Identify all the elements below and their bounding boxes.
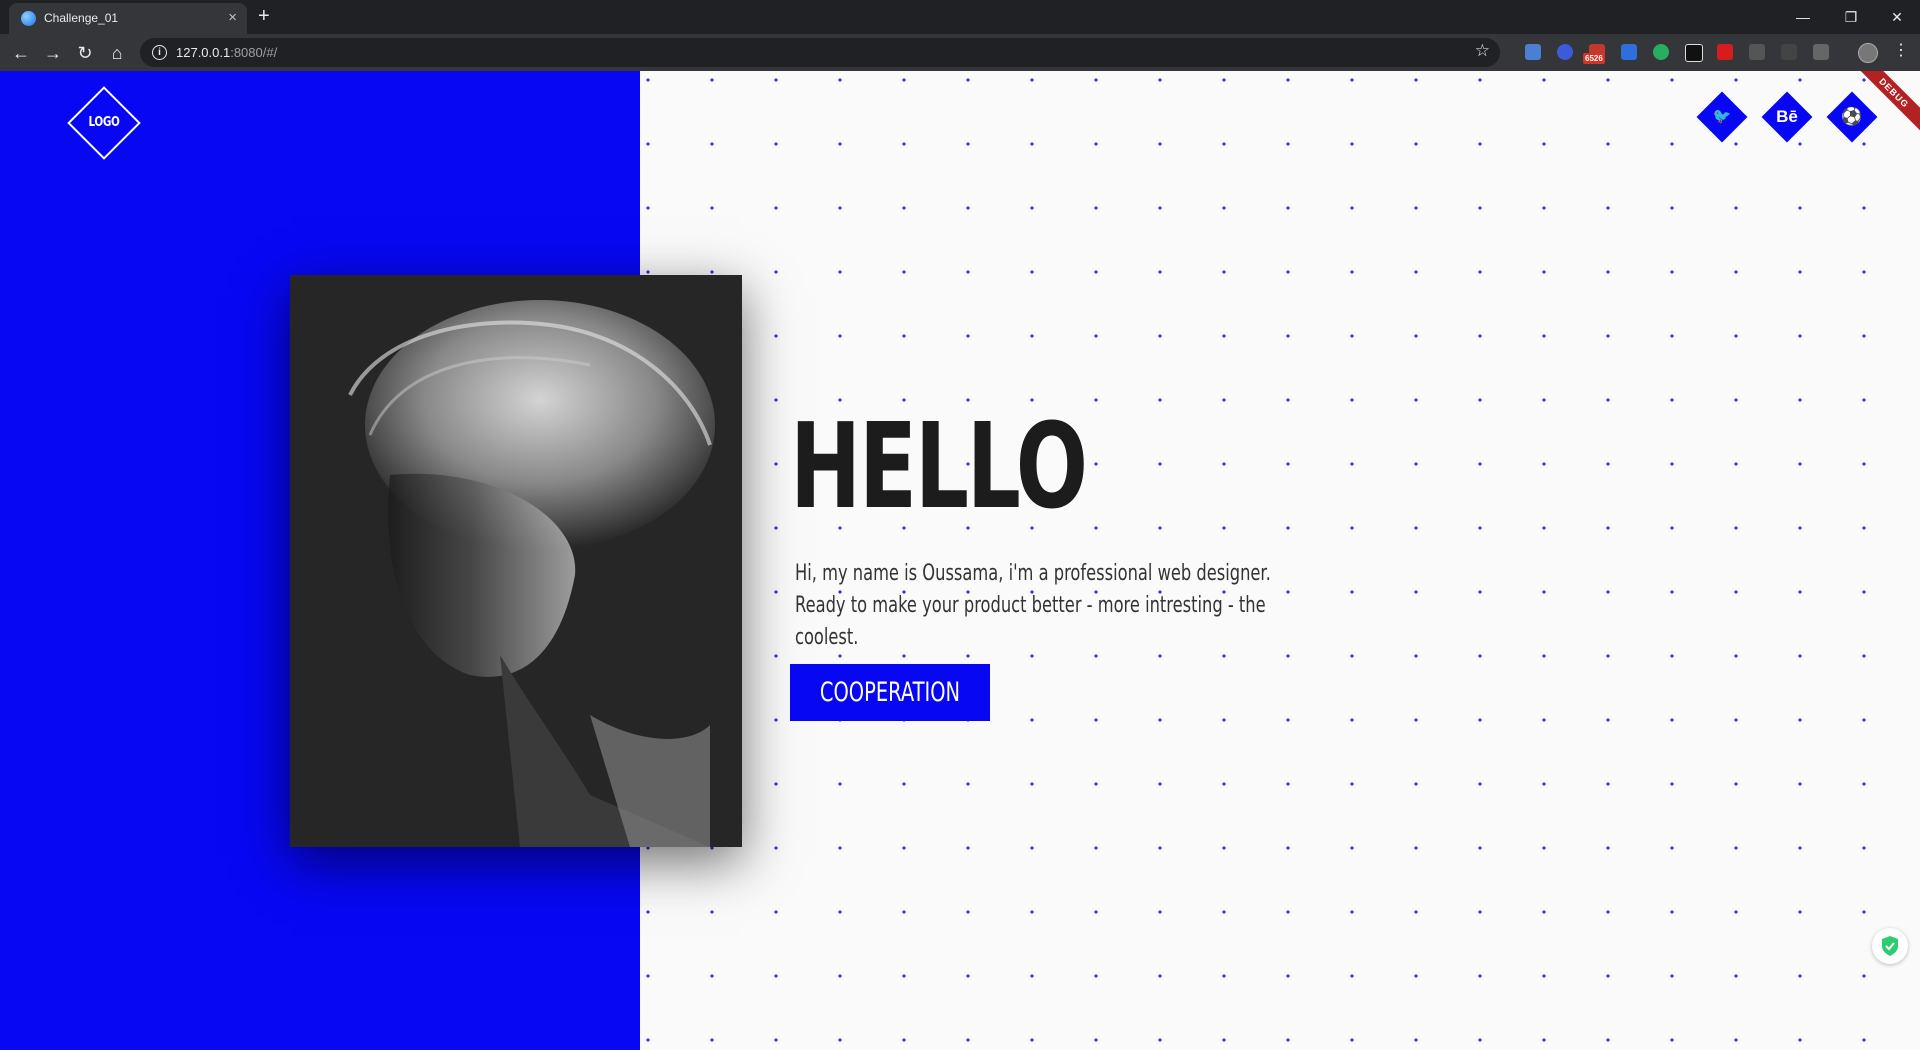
extension-block-icon[interactable]	[1557, 44, 1573, 60]
browser-tab-strip: Challenge_01 × + — ❐ ✕	[0, 0, 1920, 34]
intro-line-1: Hi, my name is Oussama, i'm a profession…	[795, 561, 1271, 586]
cooperation-button-label: COOPERATION	[819, 677, 961, 708]
tab-title: Challenge_01	[44, 11, 119, 25]
extension-fd-icon[interactable]	[1685, 44, 1703, 62]
extension-mail-badge: 6526	[1583, 53, 1605, 64]
dribbble-icon: ⚽	[1841, 107, 1863, 126]
intro-text: Hi, my name is Oussama, i'm a profession…	[795, 558, 1313, 654]
portrait-illustration	[290, 275, 742, 847]
shield-check-icon	[1882, 936, 1898, 956]
address-bar[interactable]: i 127.0.0.1:8080/#/ ☆	[140, 38, 1500, 67]
reload-button[interactable]: ↻	[72, 40, 98, 66]
twitter-icon: 🐦	[1712, 108, 1732, 125]
browser-tab[interactable]: Challenge_01 ×	[9, 3, 247, 34]
bookmark-star-icon[interactable]: ☆	[1475, 41, 1490, 61]
behance-icon: Bē	[1776, 107, 1798, 126]
extension-glasses-icon[interactable]	[1749, 44, 1765, 60]
extension-grey-icon[interactable]	[1813, 44, 1829, 60]
extension-shield-icon[interactable]	[1525, 44, 1541, 60]
page-viewport: LOGO 🐦 Bē ⚽ DEBUG HELLO Hi, my name is O…	[0, 71, 1920, 1050]
home-button[interactable]: ⌂	[104, 40, 130, 66]
logo-text: LOGO	[88, 115, 120, 130]
profile-avatar[interactable]	[1858, 43, 1878, 63]
tab-favicon-icon	[21, 11, 36, 26]
new-tab-button[interactable]: +	[258, 5, 270, 27]
tab-close-icon[interactable]: ×	[228, 9, 237, 27]
extension-code-icon[interactable]	[1781, 44, 1797, 60]
back-button[interactable]: ←	[8, 40, 34, 66]
site-info-icon[interactable]: i	[152, 45, 167, 60]
forward-button[interactable]: →	[40, 40, 66, 66]
extension-download-icon[interactable]	[1621, 44, 1637, 60]
url-path: :8080/#/	[230, 45, 278, 60]
portrait-photo	[290, 275, 742, 847]
url-text: 127.0.0.1:8080/#/	[176, 45, 277, 60]
browser-menu-icon[interactable]: ⋮	[1893, 42, 1909, 60]
cooperation-button[interactable]: COOPERATION	[790, 664, 990, 721]
extension-red-icon[interactable]	[1717, 44, 1733, 60]
restore-button[interactable]: ❐	[1836, 5, 1866, 29]
security-shield-icon[interactable]	[1872, 928, 1908, 964]
intro-line-2: Ready to make your product better - more…	[795, 593, 1266, 650]
extension-green-icon[interactable]	[1653, 44, 1669, 60]
headline: HELLO	[790, 397, 1088, 535]
url-host: 127.0.0.1	[176, 45, 231, 60]
close-window-button[interactable]: ✕	[1882, 5, 1912, 29]
minimize-button[interactable]: —	[1788, 5, 1818, 29]
